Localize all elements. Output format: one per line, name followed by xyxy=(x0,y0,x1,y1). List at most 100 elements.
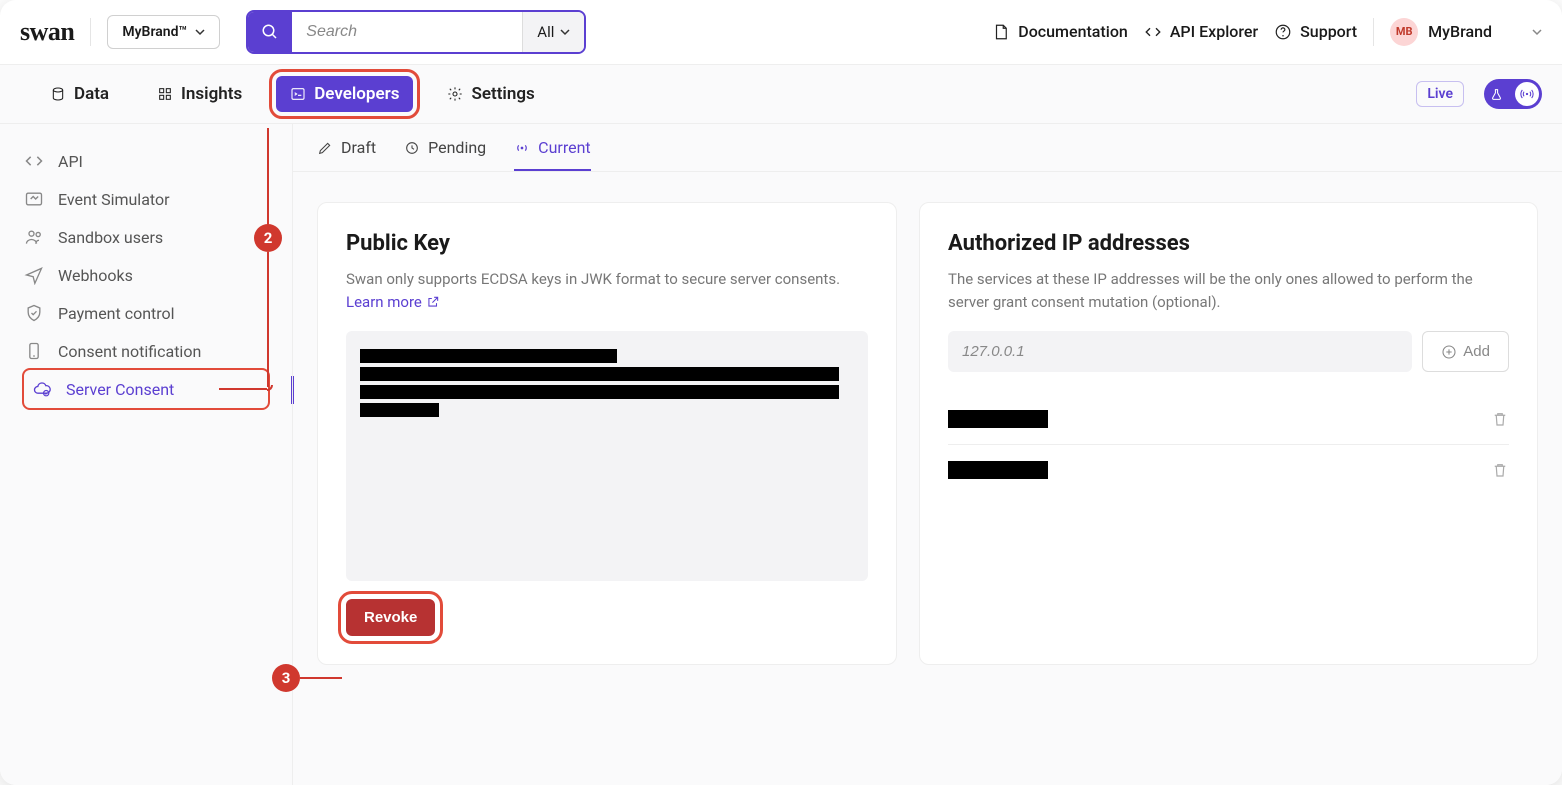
public-key-card: Public Key Swan only supports ECDSA keys… xyxy=(317,202,897,665)
brand-selector[interactable]: MyBrand™ xyxy=(107,15,220,49)
search-button[interactable] xyxy=(248,12,292,52)
learn-more-link[interactable]: Learn more xyxy=(346,293,440,311)
chevron-down-icon xyxy=(1532,27,1542,37)
add-ip-button[interactable]: Add xyxy=(1422,331,1509,372)
send-icon xyxy=(24,265,44,285)
pencil-icon xyxy=(317,140,333,156)
authorized-ips-title: Authorized IP addresses xyxy=(948,231,1509,256)
logo: swan xyxy=(20,17,74,47)
shield-check-icon xyxy=(24,303,44,323)
subtab-draft[interactable]: Draft xyxy=(317,138,376,171)
chevron-down-icon xyxy=(195,27,205,37)
grid-icon xyxy=(157,86,173,102)
brand-selector-label: MyBrand™ xyxy=(122,24,187,40)
subtab-label: Draft xyxy=(341,138,376,157)
nav-tab-label: Settings xyxy=(471,84,534,104)
sidebar-item-label: API xyxy=(58,152,83,171)
annotation-connector xyxy=(300,677,342,679)
users-icon xyxy=(24,227,44,247)
database-icon xyxy=(50,86,66,102)
annotation-step-2: 2 xyxy=(254,224,282,252)
api-explorer-link[interactable]: API Explorer xyxy=(1144,22,1258,41)
divider xyxy=(1373,18,1374,46)
sidebar-item-label: Consent notification xyxy=(58,342,201,361)
sidebar-item-label: Sandbox users xyxy=(58,228,163,247)
chevron-down-icon xyxy=(560,27,570,37)
support-link[interactable]: Support xyxy=(1274,22,1357,41)
documentation-link[interactable]: Documentation xyxy=(992,22,1128,41)
support-label: Support xyxy=(1300,22,1357,41)
authorized-ips-description: The services at these IP addresses will … xyxy=(948,268,1509,313)
annotation-step-3: 3 xyxy=(272,664,300,692)
redacted-text xyxy=(360,403,439,417)
delete-ip-button[interactable] xyxy=(1491,461,1509,479)
search-filter-label: All xyxy=(537,23,554,41)
document-icon xyxy=(992,23,1010,41)
delete-ip-button[interactable] xyxy=(1491,410,1509,428)
public-key-value xyxy=(346,331,868,581)
sidebar-item-payment-control[interactable]: Payment control xyxy=(8,294,284,332)
sidebar-item-api[interactable]: API xyxy=(8,142,284,180)
search-input[interactable] xyxy=(292,12,522,52)
documentation-label: Documentation xyxy=(1018,22,1128,41)
avatar: MB xyxy=(1390,18,1418,46)
flask-icon xyxy=(1490,88,1503,101)
revoke-button[interactable]: Revoke xyxy=(346,599,435,636)
subtab-pending[interactable]: Pending xyxy=(404,138,486,171)
sidebar-item-label: Payment control xyxy=(58,304,175,323)
public-key-description: Swan only supports ECDSA keys in JWK for… xyxy=(346,268,868,313)
annotation-connector xyxy=(219,388,267,390)
ip-row xyxy=(948,445,1509,495)
account-menu[interactable]: MB MyBrand xyxy=(1390,18,1542,46)
search-filter-dropdown[interactable]: All xyxy=(522,12,584,52)
annotation-connector xyxy=(267,252,269,387)
subtab-current[interactable]: Current xyxy=(514,138,590,171)
ip-row xyxy=(948,394,1509,445)
sidebar-item-webhooks[interactable]: Webhooks xyxy=(8,256,284,294)
cloud-check-icon xyxy=(32,379,52,399)
nav-tab-insights[interactable]: Insights xyxy=(143,76,256,112)
sidebar-item-label: Webhooks xyxy=(58,266,133,285)
trash-icon xyxy=(1491,410,1509,428)
annotation-connector xyxy=(267,128,269,225)
nav-tab-label: Insights xyxy=(181,84,242,104)
nav-tab-developers[interactable]: Developers xyxy=(276,76,413,112)
nav-tab-label: Developers xyxy=(314,84,399,104)
sidebar-item-label: Server Consent xyxy=(66,380,174,399)
code-icon xyxy=(24,151,44,171)
env-live-badge: Live xyxy=(1416,81,1464,107)
sidebar-item-sandbox-users[interactable]: Sandbox users xyxy=(8,218,284,256)
nav-tab-settings[interactable]: Settings xyxy=(433,76,548,112)
public-key-title: Public Key xyxy=(346,231,868,256)
environment-toggle[interactable] xyxy=(1484,79,1542,109)
broadcast-icon xyxy=(514,140,530,156)
divider xyxy=(90,18,91,46)
external-link-icon xyxy=(426,295,440,309)
authorized-ips-card: Authorized IP addresses The services at … xyxy=(919,202,1538,665)
redacted-text xyxy=(360,385,839,399)
sidebar-item-event-simulator[interactable]: Event Simulator xyxy=(8,180,284,218)
redacted-text xyxy=(360,349,617,363)
terminal-icon xyxy=(290,86,306,102)
nav-tab-label: Data xyxy=(74,84,109,104)
code-icon xyxy=(1144,23,1162,41)
simulator-icon xyxy=(24,189,44,209)
help-icon xyxy=(1274,23,1292,41)
sidebar-item-consent-notification[interactable]: Consent notification xyxy=(8,332,284,370)
redacted-text xyxy=(948,461,1048,479)
clock-icon xyxy=(404,140,420,156)
gear-icon xyxy=(447,86,463,102)
redacted-text xyxy=(360,367,839,381)
search-icon xyxy=(261,23,279,41)
subtab-label: Current xyxy=(538,138,590,157)
account-name: MyBrand xyxy=(1428,22,1492,41)
add-button-label: Add xyxy=(1463,343,1490,360)
plus-circle-icon xyxy=(1441,344,1457,360)
ip-address-input[interactable] xyxy=(948,331,1412,372)
redacted-text xyxy=(948,410,1048,428)
sidebar-item-label: Event Simulator xyxy=(58,190,170,209)
trash-icon xyxy=(1491,461,1509,479)
nav-tab-data[interactable]: Data xyxy=(36,76,123,112)
search-box: All xyxy=(246,10,586,54)
subtab-label: Pending xyxy=(428,138,486,157)
